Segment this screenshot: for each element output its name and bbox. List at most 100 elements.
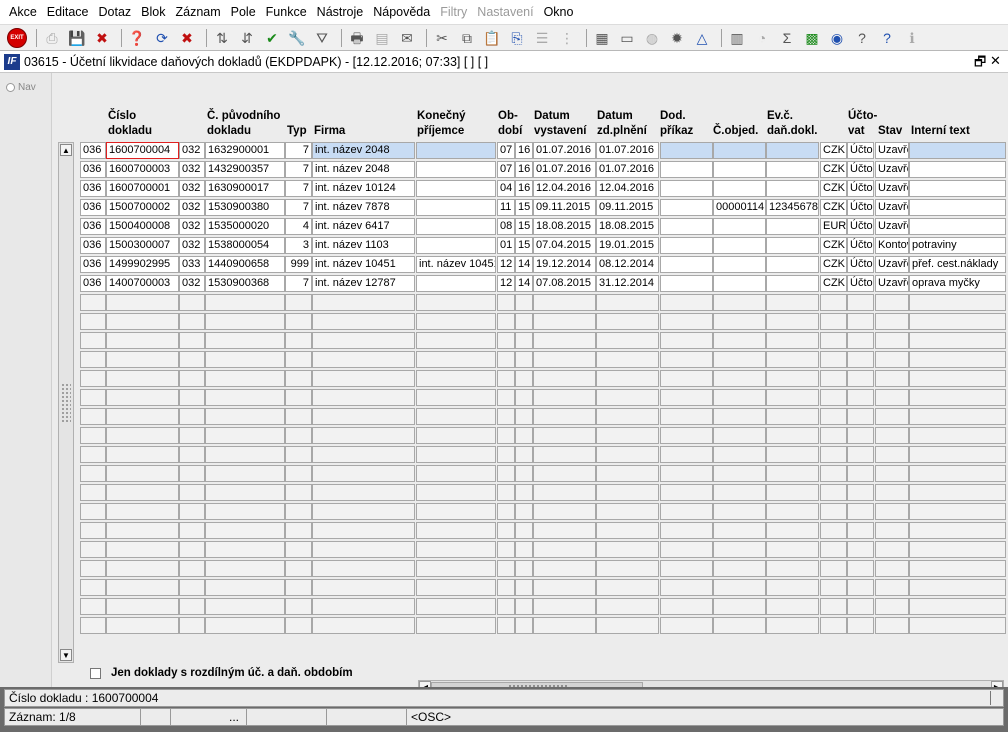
cell-b[interactable] — [179, 294, 205, 311]
cell-a[interactable]: 036 — [80, 142, 106, 159]
cell-typ[interactable] — [285, 522, 312, 539]
cell-evc[interactable] — [766, 313, 819, 330]
cell-text[interactable] — [909, 313, 1006, 330]
cell-prikaz[interactable] — [660, 617, 713, 634]
cell-vyst[interactable] — [533, 389, 596, 406]
cell-b[interactable] — [179, 560, 205, 577]
cell-puv[interactable] — [205, 351, 285, 368]
cell-stav[interactable]: Uzavřen — [875, 275, 909, 292]
cell-firma[interactable]: int. název 6417 — [312, 218, 415, 235]
cell-mena[interactable]: CZK — [820, 237, 847, 254]
cell-a[interactable] — [80, 389, 106, 406]
cell-o1[interactable] — [497, 351, 515, 368]
cell-zd[interactable] — [596, 313, 659, 330]
cell-cislo[interactable]: 1600700003 — [106, 161, 179, 178]
cell-vyst[interactable] — [533, 408, 596, 425]
cell-ucto[interactable]: Účto — [847, 180, 874, 197]
cell-stav[interactable] — [875, 541, 909, 558]
cell-text[interactable] — [909, 218, 1006, 235]
cell-o1[interactable] — [497, 446, 515, 463]
cell-vyst[interactable]: 18.08.2015 — [533, 218, 596, 235]
cell-o1[interactable] — [497, 503, 515, 520]
cell-cislo[interactable] — [106, 332, 179, 349]
help-doc-icon[interactable]: ? — [851, 27, 873, 49]
cell-puv[interactable]: 1538000054 — [205, 237, 285, 254]
cell-mena[interactable] — [820, 332, 847, 349]
cell-cislo[interactable] — [106, 560, 179, 577]
cell-a[interactable]: 036 — [80, 237, 106, 254]
cell-prijemce[interactable] — [416, 218, 496, 235]
cell-prikaz[interactable] — [660, 465, 713, 482]
menu-item-7[interactable]: Nástroje — [312, 0, 369, 24]
cell-text[interactable] — [909, 465, 1006, 482]
nav-radio-icon[interactable] — [6, 83, 15, 92]
cell-evc[interactable] — [766, 598, 819, 615]
cell-text[interactable] — [909, 503, 1006, 520]
cell-mena[interactable]: EUR — [820, 218, 847, 235]
query-cancel-icon[interactable]: ✖ — [176, 27, 198, 49]
cell-o1[interactable] — [497, 579, 515, 596]
cell-text[interactable] — [909, 351, 1006, 368]
cell-stav[interactable] — [875, 332, 909, 349]
cell-puv[interactable]: 1632900001 — [205, 142, 285, 159]
cell-vyst[interactable] — [533, 294, 596, 311]
cell-stav[interactable]: Uzavřen — [875, 161, 909, 178]
cell-text[interactable] — [909, 522, 1006, 539]
cell-cislo[interactable]: 1600700001 — [106, 180, 179, 197]
cell-stav[interactable] — [875, 351, 909, 368]
cell-text[interactable] — [909, 370, 1006, 387]
sort-asc-icon[interactable]: ⇅ — [211, 27, 233, 49]
cell-zd[interactable]: 01.07.2016 — [596, 142, 659, 159]
cell-prikaz[interactable] — [660, 484, 713, 501]
cell-o2[interactable] — [515, 617, 533, 634]
cell-text[interactable] — [909, 332, 1006, 349]
cell-firma[interactable]: int. název 10451 — [312, 256, 415, 273]
cell-zd[interactable] — [596, 598, 659, 615]
cell-typ[interactable] — [285, 541, 312, 558]
cell-o1[interactable] — [497, 370, 515, 387]
cell-o2[interactable]: 15 — [515, 237, 533, 254]
cell-prikaz[interactable] — [660, 408, 713, 425]
cell-text[interactable] — [909, 142, 1006, 159]
cell-evc[interactable] — [766, 522, 819, 539]
cell-vyst[interactable]: 01.07.2016 — [533, 161, 596, 178]
cell-zd[interactable]: 08.12.2014 — [596, 256, 659, 273]
cell-puv[interactable] — [205, 313, 285, 330]
cell-cislo[interactable]: 1500400008 — [106, 218, 179, 235]
cell-typ[interactable] — [285, 560, 312, 577]
cell-mena[interactable] — [820, 313, 847, 330]
cell-firma[interactable] — [312, 370, 415, 387]
menu-item-2[interactable]: Dotaz — [94, 0, 137, 24]
cell-prikaz[interactable] — [660, 522, 713, 539]
cell-objed[interactable] — [713, 294, 766, 311]
cell-typ[interactable] — [285, 579, 312, 596]
cell-puv[interactable]: 1432900357 — [205, 161, 285, 178]
cell-firma[interactable]: int. název 7878 — [312, 199, 415, 216]
cell-o2[interactable] — [515, 313, 533, 330]
cell-zd[interactable] — [596, 389, 659, 406]
print-setup-icon[interactable]: ▤ — [371, 27, 393, 49]
paste-special-icon[interactable]: ⎘ — [506, 27, 528, 49]
cell-a[interactable] — [80, 446, 106, 463]
cell-prikaz[interactable] — [660, 446, 713, 463]
cell-cislo[interactable]: 1500700002 — [106, 199, 179, 216]
cell-cislo[interactable] — [106, 389, 179, 406]
cell-typ[interactable]: 7 — [285, 161, 312, 178]
cell-prikaz[interactable] — [660, 560, 713, 577]
cell-objed[interactable] — [713, 484, 766, 501]
cell-b[interactable]: 032 — [179, 199, 205, 216]
cell-typ[interactable]: 4 — [285, 218, 312, 235]
cell-stav[interactable] — [875, 598, 909, 615]
cell-puv[interactable] — [205, 465, 285, 482]
cell-text[interactable] — [909, 579, 1006, 596]
cell-vyst[interactable] — [533, 484, 596, 501]
cell-text[interactable] — [909, 427, 1006, 444]
triangle-icon[interactable]: △ — [691, 27, 713, 49]
cell-objed[interactable] — [713, 313, 766, 330]
cell-objed[interactable] — [713, 560, 766, 577]
cell-b[interactable] — [179, 351, 205, 368]
cell-mena[interactable] — [820, 370, 847, 387]
cell-typ[interactable]: 7 — [285, 199, 312, 216]
cell-o1[interactable] — [497, 541, 515, 558]
cell-o2[interactable] — [515, 541, 533, 558]
